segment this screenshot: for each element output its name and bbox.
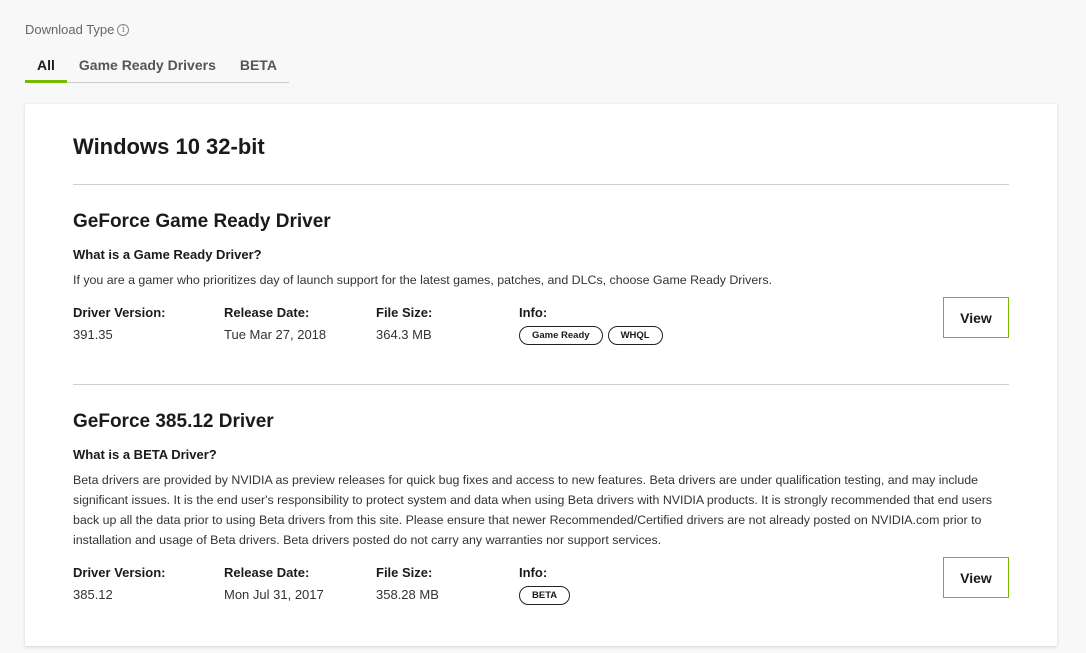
divider xyxy=(73,384,1009,385)
badge-beta: BETA xyxy=(519,586,571,605)
driver-meta: Driver Version: 391.35 Release Date: Tue… xyxy=(73,297,1009,355)
driver-description: Beta drivers are provided by NVIDIA as p… xyxy=(73,473,993,547)
driver-results-card: Windows 10 32-bit GeForce Game Ready Dri… xyxy=(25,104,1057,646)
driver-version: Driver Version: 391.35 xyxy=(73,305,166,342)
driver-title: GeForce 385.12 Driver xyxy=(73,411,274,432)
download-type-tabs: All Game Ready Drivers BETA xyxy=(25,55,289,83)
driver-version-value: 391.35 xyxy=(73,327,113,342)
driver-entry: GeForce 385.12 Driver What is a BETA Dri… xyxy=(73,411,1009,615)
info-label: Info: xyxy=(519,305,548,320)
release-date-value: Tue Mar 27, 2018 xyxy=(224,327,327,342)
release-date-value: Mon Jul 31, 2017 xyxy=(224,587,324,602)
divider xyxy=(73,184,1009,185)
file-size: File Size: 364.3 MB xyxy=(376,305,432,342)
tab-beta[interactable]: BETA xyxy=(228,55,289,82)
driver-info: Info: Game Ready WHQL xyxy=(519,305,663,345)
badge-whql: WHQL xyxy=(607,326,663,345)
release-date-label: Release Date: xyxy=(224,305,310,320)
tab-game-ready-drivers[interactable]: Game Ready Drivers xyxy=(67,55,228,82)
info-icon[interactable]: i xyxy=(117,23,130,36)
driver-version: Driver Version: 385.12 xyxy=(73,565,166,602)
driver-title: GeForce Game Ready Driver xyxy=(73,211,331,232)
driver-question: What is a Game Ready Driver? xyxy=(73,247,262,262)
release-date: Release Date: Mon Jul 31, 2017 xyxy=(224,565,324,602)
view-button[interactable]: View xyxy=(943,297,1009,338)
download-type-label: Download Type i xyxy=(25,22,130,37)
info-label: Info: xyxy=(519,565,548,580)
release-date: Release Date: Tue Mar 27, 2018 xyxy=(224,305,326,342)
driver-description: If you are a gamer who prioritizes day o… xyxy=(73,273,773,287)
file-size-label: File Size: xyxy=(376,565,433,580)
file-size-value: 358.28 MB xyxy=(376,587,439,602)
badge-list: BETA xyxy=(519,586,571,605)
download-type-text: Download Type xyxy=(25,22,115,37)
driver-meta: Driver Version: 385.12 Release Date: Mon… xyxy=(73,557,1009,615)
file-size: File Size: 358.28 MB xyxy=(376,565,439,602)
view-button[interactable]: View xyxy=(943,557,1009,598)
driver-info: Info: BETA xyxy=(519,565,571,605)
os-title: Windows 10 32-bit xyxy=(73,134,265,159)
release-date-label: Release Date: xyxy=(224,565,310,580)
file-size-value: 364.3 MB xyxy=(376,327,432,342)
badge-list: Game Ready WHQL xyxy=(519,326,663,345)
badge-game-ready: Game Ready xyxy=(519,326,603,345)
file-size-label: File Size: xyxy=(376,305,433,320)
tab-all[interactable]: All xyxy=(25,55,67,83)
driver-version-label: Driver Version: xyxy=(73,305,166,320)
driver-version-value: 385.12 xyxy=(73,587,113,602)
driver-entry: GeForce Game Ready Driver What is a Game… xyxy=(73,211,1009,355)
driver-version-label: Driver Version: xyxy=(73,565,166,580)
driver-question: What is a BETA Driver? xyxy=(73,447,217,462)
